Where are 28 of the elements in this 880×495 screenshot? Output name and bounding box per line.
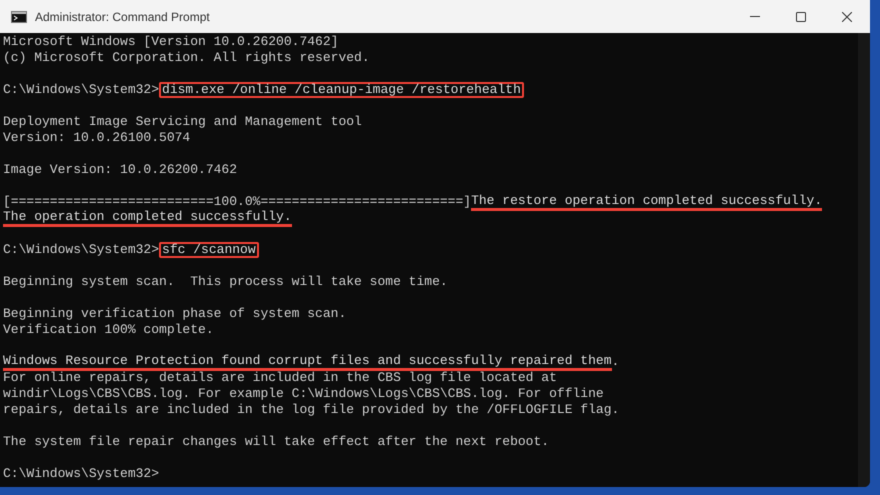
maximize-icon [796, 12, 806, 22]
close-icon [842, 12, 852, 22]
console-text: (c) Microsoft Corporation. All rights reserved. [3, 50, 370, 66]
minimize-icon [750, 16, 760, 17]
console-text: C:\Windows\System32> [3, 242, 160, 258]
underlined-text: The operation completed successfully. [3, 210, 292, 227]
command-highlight: dism.exe /online /cleanup-image /restorehealth [159, 82, 524, 98]
window-title: Administrator: Command Prompt [35, 8, 210, 26]
terminal-icon [11, 10, 27, 22]
underlined-text: Windows Resource Protection found corrupt files and successfully repaired them [3, 354, 612, 371]
console-text: Beginning verification phase of system scan. [3, 306, 346, 322]
console-text: C:\Windows\System32> [3, 82, 160, 98]
console-text: Beginning system scan. This process will take some time. [3, 274, 448, 290]
console-text: C:\Windows\System32> [3, 466, 160, 482]
console-text: Version: 10.0.26100.5074 [3, 130, 190, 146]
console-text: [==========================100.0%==========================] [3, 194, 472, 210]
console-text: The system file repair changes will take effect after the next reboot. [3, 434, 550, 450]
command-highlight: sfc /scannow [159, 242, 259, 258]
console-text: repairs, details are included in the log file provided by the /OFFLOGFILE flag. [3, 402, 620, 418]
console-text: Verification 100% complete. [3, 322, 214, 338]
console-text: For online repairs, details are included in the CBS log file located at [3, 370, 557, 386]
console-text: windir\Logs\CBS\CBS.log. For example C:\Windows\Logs\CBS\CBS.log. For offline [3, 386, 604, 402]
console-text: . [612, 354, 620, 370]
console-text: Microsoft Windows [Version 10.0.26200.7462] [3, 34, 338, 50]
console-text: Deployment Image Servicing and Management tool [3, 114, 362, 130]
scrollbar[interactable] [858, 33, 870, 487]
console-text: Image Version: 10.0.26200.7462 [3, 162, 238, 178]
underlined-text: The restore operation completed successfully. [471, 194, 822, 211]
